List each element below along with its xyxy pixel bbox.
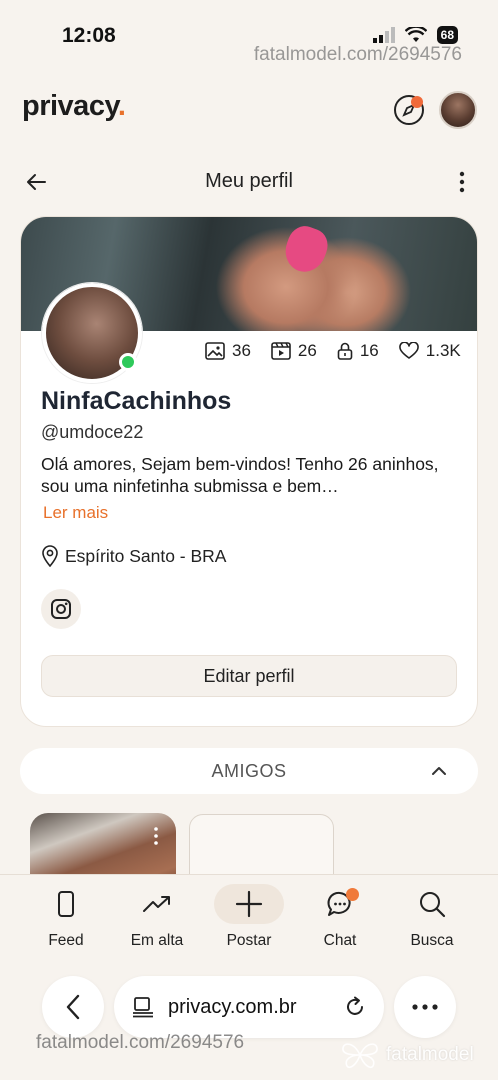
heart-icon	[398, 342, 419, 359]
status-time: 12:08	[62, 24, 116, 47]
browser-more-button[interactable]	[394, 976, 456, 1038]
phone-icon	[58, 891, 74, 917]
nav-feed-icon-wrap	[31, 884, 101, 924]
stat-locked: 16	[337, 341, 379, 361]
profile-location: Espírito Santo - BRA	[41, 545, 226, 567]
instagram-button[interactable]	[41, 589, 81, 629]
stat-photos: 36	[205, 341, 251, 361]
nav-chat-icon-wrap	[305, 884, 375, 924]
nav-em-alta-icon-wrap	[122, 884, 192, 924]
video-icon	[271, 342, 291, 360]
nav-busca-icon-wrap	[397, 884, 467, 924]
read-more-link[interactable]: Ler mais	[43, 503, 108, 523]
privacy-logo[interactable]: privacy.	[22, 90, 126, 123]
profile-bio: Olá amores, Sejam bem-vindos! Tenho 26 a…	[41, 454, 439, 496]
search-icon	[420, 892, 446, 918]
reload-icon[interactable]	[344, 996, 366, 1018]
more-horizontal-icon	[412, 1004, 438, 1010]
signal-icon	[372, 27, 395, 43]
wifi-icon	[404, 27, 427, 42]
nav-chat-label: Chat	[323, 932, 357, 949]
stat-videos-count: 26	[297, 341, 317, 360]
edit-profile-button[interactable]: Editar perfil	[41, 655, 457, 697]
watermark-brand-logo: fatalmodel	[340, 1040, 474, 1070]
chevron-left-icon	[66, 994, 80, 1020]
nav-feed[interactable]: Feed	[21, 884, 111, 950]
logo-dot: .	[117, 90, 126, 122]
profile-stats: 36 26 16 1.3K	[205, 341, 461, 361]
image-icon	[205, 342, 225, 360]
tabs-icon[interactable]	[132, 996, 154, 1018]
nav-busca-label: Busca	[410, 932, 454, 949]
nav-em-alta-label: Em alta	[130, 932, 184, 949]
stat-likes: 1.3K	[398, 341, 461, 361]
profile-card: 36 26 16 1.3K NinfaCachinhos @umdoce22 O…	[20, 216, 478, 727]
stat-likes-count: 1.3K	[425, 341, 461, 360]
butterfly-icon	[342, 1043, 378, 1069]
browser-url-text[interactable]: privacy.com.br	[168, 996, 330, 1019]
nav-em-alta[interactable]: Em alta	[112, 884, 202, 950]
header-avatar[interactable]	[439, 91, 477, 129]
trending-icon	[143, 896, 170, 912]
page-title: Meu perfil	[205, 170, 293, 192]
nav-busca[interactable]: Busca	[387, 884, 477, 950]
logo-text: privacy	[22, 90, 118, 122]
friend-menu-icon[interactable]	[152, 826, 160, 846]
more-vertical-icon[interactable]	[452, 170, 472, 194]
instagram-icon	[51, 599, 71, 619]
display-name: NinfaCachinhos	[41, 387, 232, 415]
notification-dot	[411, 96, 423, 108]
chat-notification-dot	[346, 888, 359, 901]
username: @umdoce22	[41, 422, 144, 442]
nav-postar[interactable]: Postar	[204, 884, 294, 950]
online-status-dot	[119, 353, 137, 371]
battery-level: 68	[436, 26, 458, 44]
chevron-up-icon[interactable]	[430, 762, 448, 780]
browser-back-button[interactable]	[42, 976, 104, 1038]
nav-postar-label: Postar	[226, 932, 272, 949]
stat-videos: 26	[271, 341, 317, 361]
nav-feed-label: Feed	[48, 932, 84, 949]
location-text: Espírito Santo - BRA	[65, 545, 227, 566]
browser-url-bar[interactable]: privacy.com.br	[114, 976, 384, 1038]
watermark-top: fatalmodel.com/2694576	[253, 44, 462, 65]
nav-chat[interactable]: Chat	[295, 884, 385, 950]
location-pin-icon	[42, 545, 58, 567]
stat-locked-count: 16	[359, 341, 379, 360]
stat-photos-count: 36	[232, 341, 251, 360]
watermark-bottom: fatalmodel.com/2694576	[36, 1032, 245, 1053]
watermark-brand-text: fatalmodel	[386, 1044, 474, 1065]
status-icons: 68	[372, 26, 458, 44]
nav-postar-icon-wrap	[214, 884, 284, 924]
plus-icon	[235, 890, 263, 918]
lock-icon	[337, 342, 353, 360]
friends-section-toggle[interactable]: AMIGOS	[20, 748, 478, 794]
